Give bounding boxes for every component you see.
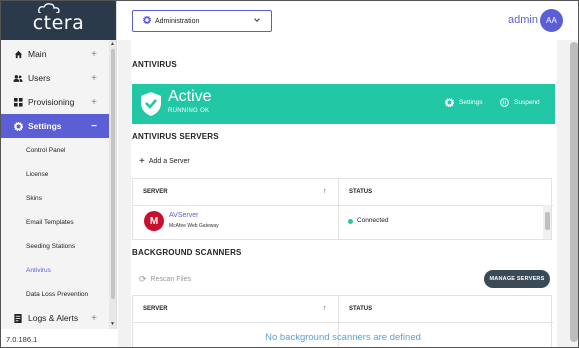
logo-text: ctera: [32, 11, 85, 34]
server-status: Connected: [357, 217, 389, 224]
version-label: 7.0.186.1: [1, 329, 117, 347]
expand-icon[interactable]: +: [91, 313, 97, 324]
gear-icon: [445, 98, 454, 107]
background-scanners-title: BACKGROUND SCANNERS: [132, 248, 242, 257]
app-window: ctera Main + Users + Provisioning + Sett…: [0, 0, 579, 348]
rescan-files-button[interactable]: ⟳ Rescan Files: [139, 274, 191, 285]
context-select[interactable]: Administration: [132, 10, 272, 32]
sidebar-item-users[interactable]: Users +: [1, 66, 109, 90]
sidebar-subitem-license[interactable]: License: [1, 162, 109, 186]
sidebar-subitem-label: Data Loss Prevention: [26, 290, 89, 298]
sidebar-subitem-label: Skins: [26, 194, 42, 202]
sidebar-subitem-label: License: [26, 170, 49, 178]
add-server-label: Add a Server: [148, 158, 190, 165]
server-vendor: McAfee Web Gateway: [169, 223, 219, 229]
sidebar-scroll-thumb[interactable]: [111, 49, 115, 299]
antivirus-status: Active: [168, 88, 212, 105]
column-header-status[interactable]: STATUS: [339, 296, 539, 322]
sidebar-subitem-label: Antivirus: [26, 266, 51, 274]
sidebar: ctera Main + Users + Provisioning + Sett…: [1, 1, 117, 347]
sidebar-subitem-label: Email Templates: [26, 218, 74, 226]
column-header-server[interactable]: SERVER: [133, 179, 338, 205]
sidebar-item-main[interactable]: Main +: [1, 42, 109, 66]
refresh-icon: ⟳: [139, 274, 147, 284]
sidebar-nav: Main + Users + Provisioning + Settings −…: [1, 40, 116, 330]
rescan-label: Rescan Files: [150, 276, 192, 283]
pause-icon: [500, 98, 509, 107]
cloud-icon: [37, 2, 60, 13]
background-scanners-table: SERVER ↑ STATUS No background scanners a…: [132, 295, 553, 347]
sidebar-subitem-data-loss-prevention[interactable]: Data Loss Prevention: [1, 282, 109, 306]
sidebar-subitem-antivirus[interactable]: Antivirus: [1, 258, 109, 282]
gear-icon: [142, 15, 152, 26]
sidebar-subitem-label: Control Panel: [26, 146, 66, 154]
plus-icon: +: [139, 156, 145, 167]
antivirus-servers-title: ANTIVIRUS SERVERS: [132, 132, 219, 141]
manage-servers-button[interactable]: MANAGE SERVERS: [484, 270, 550, 288]
chevron-down-icon: [254, 18, 260, 22]
antivirus-status-sub: RUNNING OK: [168, 108, 210, 114]
main-scroll-thumb[interactable]: [570, 42, 578, 342]
context-select-value: Administration: [155, 17, 200, 25]
users-icon: [13, 73, 23, 83]
antivirus-suspend-button[interactable]: Suspend: [500, 98, 540, 107]
column-header-label: SERVER: [143, 189, 168, 195]
add-server-button[interactable]: + Add a Server: [139, 156, 190, 167]
grid-icon: [13, 97, 23, 107]
main-content: ANTIVIRUS Active RUNNING OK Settings Sus…: [118, 40, 578, 347]
expand-icon[interactable]: +: [91, 97, 97, 108]
shield-check-icon: [141, 92, 161, 116]
logo-bar: ctera: [1, 1, 116, 40]
sidebar-subitem-skins[interactable]: Skins: [1, 186, 109, 210]
sidebar-subitem-control-panel[interactable]: Control Panel: [1, 138, 109, 162]
column-header-status[interactable]: STATUS: [339, 179, 539, 205]
empty-state-message: No background scanners are defined: [265, 332, 421, 343]
antivirus-panel: ANTIVIRUS Active RUNNING OK Settings Sus…: [131, 40, 557, 347]
sidebar-item-settings[interactable]: Settings −: [1, 114, 109, 138]
sidebar-subitem-email-templates[interactable]: Email Templates: [1, 210, 109, 234]
sort-arrow-icon[interactable]: ↑: [323, 305, 327, 312]
header-divider: [133, 322, 553, 323]
sidebar-item-logs-alerts[interactable]: Logs & Alerts +: [1, 306, 109, 330]
expand-icon[interactable]: +: [91, 49, 97, 60]
collapse-icon[interactable]: −: [91, 121, 97, 132]
suspend-label: Suspend: [514, 99, 540, 106]
antivirus-section-title: ANTIVIRUS: [132, 60, 177, 69]
sidebar-item-label: Provisioning: [28, 97, 75, 107]
antivirus-status-banner: Active RUNNING OK Settings Suspend: [132, 84, 555, 124]
column-header-label: SERVER: [143, 306, 168, 312]
table-scroll-thumb[interactable]: [545, 212, 550, 230]
column-header-server[interactable]: SERVER: [133, 296, 338, 322]
column-header-label: STATUS: [349, 189, 373, 195]
gear-icon: [13, 121, 23, 131]
sidebar-item-label: Settings: [28, 121, 62, 131]
ctera-logo[interactable]: ctera: [32, 2, 85, 34]
expand-icon[interactable]: +: [91, 73, 97, 84]
mcafee-logo-icon: M: [144, 211, 164, 231]
sidebar-subitem-label: Seeding Stations: [26, 242, 76, 250]
avatar[interactable]: AA: [540, 9, 563, 32]
sort-arrow-icon[interactable]: ↑: [323, 188, 327, 195]
sidebar-subitem-seeding-stations[interactable]: Seeding Stations: [1, 234, 109, 258]
scroll-up-arrow-icon[interactable]: ▲: [110, 41, 115, 47]
sidebar-item-label: Users: [28, 73, 51, 83]
sidebar-item-label: Logs & Alerts: [28, 313, 79, 323]
settings-label: Settings: [459, 99, 483, 106]
home-icon: [13, 49, 23, 59]
top-header: Administration admin AA: [118, 1, 578, 40]
user-name[interactable]: admin: [508, 14, 538, 26]
header-divider: [133, 205, 553, 206]
antivirus-servers-table: SERVER ↑ STATUS M AVServer McAfee Web Ga…: [132, 178, 553, 240]
scroll-down-arrow-icon[interactable]: ▼: [110, 321, 115, 327]
status-dot-icon: [348, 219, 353, 224]
sidebar-item-label: Main: [28, 49, 47, 59]
server-name-link[interactable]: AVServer: [169, 212, 198, 219]
sidebar-item-provisioning[interactable]: Provisioning +: [1, 90, 109, 114]
column-header-label: STATUS: [349, 306, 373, 312]
log-icon: [13, 313, 23, 323]
antivirus-settings-button[interactable]: Settings: [445, 98, 483, 107]
